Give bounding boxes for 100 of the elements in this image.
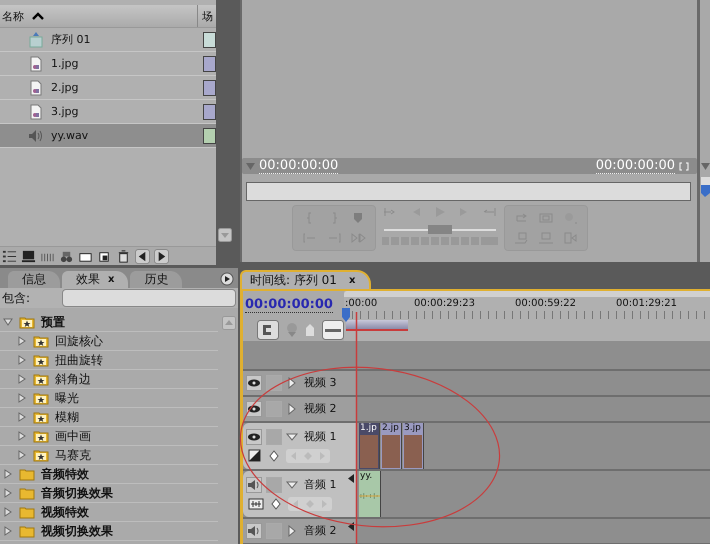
time-ruler-bar[interactable] <box>246 182 691 201</box>
preset-folder-icon <box>33 392 49 404</box>
track-name: 视频 2 <box>304 402 336 416</box>
icon-view-icon[interactable] <box>21 248 36 264</box>
close-button[interactable]: x <box>108 274 114 285</box>
video-clip[interactable]: 1.jp <box>359 423 380 469</box>
project-item[interactable]: 1.jpg <box>0 52 216 76</box>
expand-triangle-icon[interactable] <box>286 403 298 415</box>
expand-triangle-icon[interactable] <box>17 336 27 346</box>
video-clip[interactable]: 3.jp <box>403 423 424 469</box>
collapse-triangle-icon[interactable] <box>286 479 298 491</box>
column-header[interactable]: 场 <box>197 5 216 27</box>
work-area-bar[interactable] <box>346 320 408 331</box>
waveform-icon[interactable] <box>248 497 264 511</box>
effect-category[interactable]: 回旋核心 <box>55 332 103 350</box>
effect-category[interactable]: 音频切换效果 <box>41 484 113 502</box>
expand-triangle-icon[interactable] <box>286 377 298 389</box>
tab-label: 历史 <box>144 271 168 288</box>
effect-category[interactable]: 曝光 <box>55 390 79 406</box>
preset-folder-icon <box>33 354 49 366</box>
ruler-label: 00:01:29:21 <box>616 297 678 309</box>
effect-category[interactable]: 画中画 <box>55 428 91 444</box>
lock-toggle[interactable] <box>266 375 282 391</box>
expand-triangle-icon[interactable] <box>3 488 13 498</box>
lock-toggle[interactable] <box>266 429 282 445</box>
project-item[interactable]: yy.wav <box>0 124 216 148</box>
effect-category[interactable]: 音频特效 <box>41 466 89 482</box>
tab-label: 信息 <box>22 271 46 288</box>
expand-triangle-icon[interactable] <box>17 431 27 441</box>
photo-placeholder <box>404 435 422 468</box>
keyframe-nav-icon[interactable] <box>288 497 332 511</box>
expand-triangle-icon[interactable] <box>17 393 27 403</box>
folder-icon <box>19 506 35 518</box>
keyframe-icon[interactable] <box>268 449 280 463</box>
collapse-triangle-icon[interactable] <box>3 317 13 327</box>
keyframe-icon[interactable] <box>270 497 282 511</box>
preset-folder-icon <box>33 430 49 442</box>
mute-arrow-icon <box>348 522 354 531</box>
lock-toggle[interactable] <box>266 477 282 493</box>
eye-icon[interactable] <box>246 429 262 445</box>
folder-icon <box>19 468 35 480</box>
track-name: 音频 2 <box>304 524 336 538</box>
expand-triangle-icon[interactable] <box>3 469 13 479</box>
list-view-icon[interactable] <box>2 248 17 264</box>
audio-clip[interactable]: yy. <box>359 471 381 517</box>
track-height-icon[interactable] <box>322 320 344 340</box>
expand-triangle-icon[interactable] <box>17 412 27 422</box>
shuttle-thumb[interactable] <box>428 225 452 234</box>
timecode[interactable]: 00:00:00:00 <box>245 297 333 313</box>
expand-triangle-icon[interactable] <box>17 355 27 365</box>
effect-category[interactable]: 斜角边 <box>55 370 91 388</box>
effect-category[interactable]: 视频特效 <box>41 504 89 520</box>
expand-triangle-icon[interactable] <box>3 507 13 517</box>
collapse-triangle-icon[interactable] <box>286 431 298 443</box>
triangle-marker-icon <box>246 162 255 170</box>
panel-tab[interactable]: 信息 <box>8 271 60 288</box>
effect-category[interactable]: 视频切换效果 <box>41 522 113 540</box>
project-item[interactable]: 2.jpg <box>0 76 216 100</box>
effect-category[interactable]: 马赛克 <box>55 446 91 464</box>
speaker-icon[interactable] <box>246 477 262 493</box>
ruler-label: :00:00 <box>345 297 378 309</box>
video-clip[interactable]: 2.jp <box>381 423 402 469</box>
trash-icon[interactable] <box>116 248 131 264</box>
preset-folder-icon <box>33 372 49 386</box>
sequence-icon <box>28 32 44 48</box>
panel-tab[interactable]: 历史 <box>130 271 182 288</box>
eye-icon[interactable] <box>246 375 262 391</box>
expand-triangle-icon[interactable] <box>286 525 298 537</box>
project-item[interactable]: 序列 01 <box>0 28 216 52</box>
track-name: 视频 1 <box>304 430 336 444</box>
ruler-label: 00:00:29:23 <box>414 297 476 309</box>
search-field[interactable] <box>62 289 236 307</box>
preset-folder-icon <box>33 448 49 462</box>
preset-folder-icon <box>33 410 49 424</box>
track-name: 视频 3 <box>304 376 336 390</box>
expand-triangle-icon[interactable] <box>17 450 27 460</box>
brackets-icon[interactable] <box>679 162 689 170</box>
sequence-marker-icon[interactable] <box>286 322 298 338</box>
expand-triangle-icon[interactable] <box>17 374 27 384</box>
panel-menu-icon[interactable] <box>220 272 234 286</box>
display-style-icon[interactable] <box>248 449 262 463</box>
time-ruler[interactable]: :00:00 00:00:29:23 00:00:59:22 00:01:29:21 <box>344 291 710 341</box>
eye-icon[interactable] <box>246 401 262 417</box>
snap-icon[interactable] <box>257 320 279 340</box>
timeline-tab[interactable]: 时间线: 序列 01 x <box>240 270 372 289</box>
image-file-icon <box>28 80 44 96</box>
scroll-left-icon[interactable] <box>135 248 150 264</box>
clip-label: 1.jp <box>359 423 378 435</box>
close-button[interactable]: x <box>348 275 356 286</box>
scroll-right-icon[interactable] <box>154 248 169 264</box>
speaker-icon[interactable] <box>246 523 262 539</box>
marker-icon[interactable] <box>305 323 315 337</box>
speaker-icon <box>28 128 44 144</box>
panel-tab[interactable]: 效果 x <box>62 271 128 288</box>
effect-category[interactable]: 预置 <box>41 314 65 330</box>
expand-triangle-icon[interactable] <box>3 526 13 536</box>
effect-category[interactable]: 扭曲旋转 <box>55 352 103 368</box>
playhead-icon[interactable] <box>341 308 351 322</box>
scroll-down-icon[interactable] <box>218 228 232 242</box>
effect-category[interactable]: 模糊 <box>55 408 79 426</box>
